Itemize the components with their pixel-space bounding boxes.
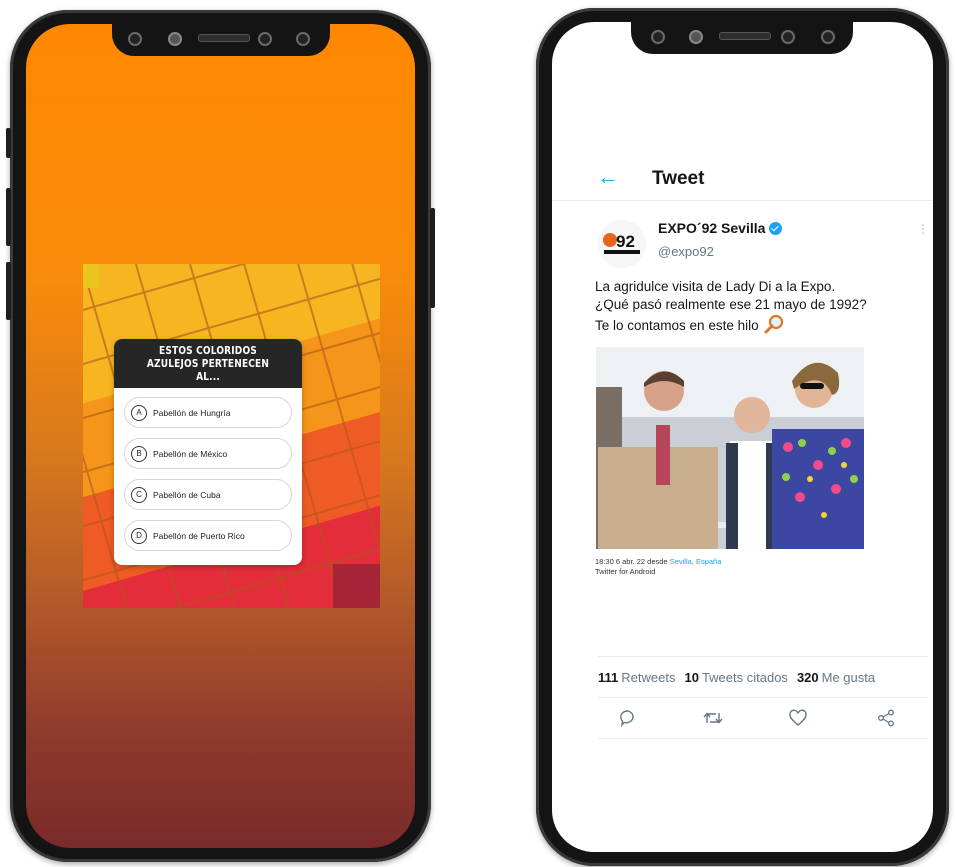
sensor-icon <box>296 32 310 46</box>
account-name-text: EXPO´92 Sevilla <box>658 220 766 236</box>
quiz-header: ESTOS COLORIDOS AZULEJOS PERTENECEN AL..… <box>114 339 302 388</box>
tweet-screen: ← Tweet 92 EXPO´92 Sevilla @expo92 ⋮ La … <box>552 22 933 852</box>
volume-up-button <box>6 188 11 246</box>
retweets-stat[interactable]: 111 Retweets <box>598 670 675 685</box>
option-label: Pabellón de Hungría <box>153 407 231 418</box>
front-camera-icon <box>258 32 272 46</box>
share-icon[interactable] <box>876 708 896 728</box>
sensor-icon <box>689 30 703 44</box>
reply-icon[interactable] <box>618 708 638 728</box>
sensor-icon <box>651 30 665 44</box>
quiz-option-b[interactable]: B Pabellón de México <box>124 438 292 469</box>
quiz-option-c[interactable]: C Pabellón de Cuba <box>124 479 292 510</box>
verified-badge-icon <box>769 221 783 235</box>
power-button <box>430 208 435 308</box>
tweet-text-line: La agridulce visita de Lady Di a la Expo… <box>595 279 836 294</box>
quotes-count: 10 <box>684 669 699 685</box>
avatar-logo-text: 92 <box>616 232 635 251</box>
avatar[interactable]: 92 <box>598 220 646 268</box>
sensor-icon <box>128 32 142 46</box>
tweet-stats: 111 Retweets 10 Tweets citados 320 Me gusta <box>598 656 928 698</box>
front-camera-icon <box>781 30 795 44</box>
likes-label: Me gusta <box>821 669 876 685</box>
tweet-text: La agridulce visita de Lady Di a la Expo… <box>595 278 905 339</box>
option-letter-icon: C <box>131 486 147 503</box>
retweets-label: Retweets <box>621 669 676 685</box>
notch <box>112 24 330 56</box>
speaker-grille <box>198 34 250 42</box>
location-link[interactable]: Sevilla, España <box>670 557 722 566</box>
option-letter-icon: A <box>131 404 147 421</box>
quiz-question: ESTOS COLORIDOS AZULEJOS PERTENECEN AL..… <box>146 344 270 383</box>
from-label: desde <box>647 557 668 566</box>
retweets-count: 111 <box>598 669 619 685</box>
magnifier-emoji-icon <box>763 314 785 339</box>
volume-down-button <box>6 262 11 320</box>
option-label: Pabellón de Cuba <box>153 489 221 500</box>
tweet-actions <box>598 698 928 739</box>
left-phone-frame: ESTOS COLORIDOS AZULEJOS PERTENECEN AL..… <box>6 10 435 862</box>
account-name[interactable]: EXPO´92 Sevilla <box>658 220 783 236</box>
right-phone-frame: ← Tweet 92 EXPO´92 Sevilla @expo92 ⋮ La … <box>536 8 949 866</box>
notch <box>631 20 853 54</box>
quote-tweets-stat[interactable]: 10 Tweets citados <box>684 670 787 685</box>
sensor-icon <box>821 30 835 44</box>
option-label: Pabellón de México <box>153 448 228 459</box>
account-handle[interactable]: @expo92 <box>658 244 714 259</box>
quiz-option-d[interactable]: D Pabellón de Puerto Rico <box>124 520 292 551</box>
tweet-text-line: ¿Qué pasó realmente ese 21 mayo de 1992? <box>595 297 867 312</box>
likes-stat[interactable]: 320 Me gusta <box>797 670 875 685</box>
option-letter-icon: B <box>131 445 147 462</box>
option-letter-icon: D <box>131 527 147 544</box>
back-arrow-icon[interactable]: ← <box>597 164 619 190</box>
tweet-time: 18:30 <box>595 557 614 566</box>
tweet-header: ← Tweet <box>552 162 933 201</box>
quiz-options: A Pabellón de Hungría B Pabellón de Méxi… <box>114 388 302 551</box>
sensor-icon <box>168 32 182 46</box>
like-icon[interactable] <box>788 708 808 728</box>
tweet-client: Twitter for Android <box>595 566 656 576</box>
more-options-icon[interactable]: ⋮ <box>917 222 929 236</box>
tweet-text-line: Te lo contamos en este hilo <box>595 318 759 334</box>
likes-count: 320 <box>796 669 819 685</box>
page-title: Tweet <box>652 168 705 189</box>
tweet-meta: 18:30 6 abr. 22 desde Sevilla, España Tw… <box>595 557 721 576</box>
mute-switch <box>6 128 11 158</box>
tweet-date: 6 abr. 22 <box>615 557 646 566</box>
retweet-icon[interactable] <box>702 708 723 728</box>
quotes-label: Tweets citados <box>701 669 788 685</box>
option-label: Pabellón de Puerto Rico <box>153 530 245 541</box>
tweet-photo[interactable] <box>596 347 864 549</box>
story-screen: ESTOS COLORIDOS AZULEJOS PERTENECEN AL..… <box>26 24 415 848</box>
quiz-option-a[interactable]: A Pabellón de Hungría <box>124 397 292 428</box>
speaker-grille <box>719 32 771 40</box>
quiz-sticker: ESTOS COLORIDOS AZULEJOS PERTENECEN AL..… <box>114 339 302 565</box>
